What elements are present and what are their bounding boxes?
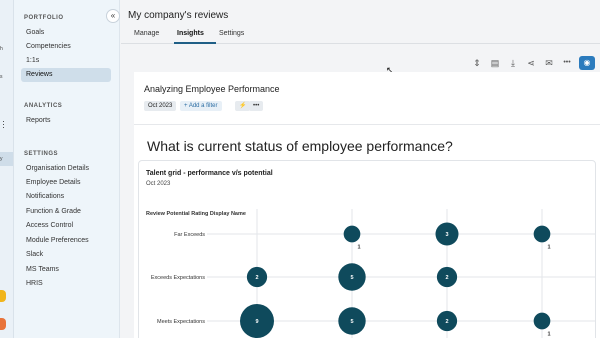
bubble-label: 3 bbox=[445, 232, 448, 238]
bubble-label: 2 bbox=[445, 319, 448, 325]
share-icon[interactable]: ⋖ bbox=[525, 56, 537, 70]
tab-bar: Manage Insights Settings bbox=[121, 26, 600, 44]
rail-fragment: s bbox=[0, 74, 3, 80]
bubble-label: 2 bbox=[445, 275, 448, 281]
sidebar-item-module-preferences[interactable]: Module Preferences bbox=[21, 234, 111, 248]
sidebar-item-ms-teams[interactable]: MS Teams bbox=[21, 263, 111, 277]
camera-icon[interactable]: ◉ bbox=[579, 56, 595, 70]
download-icon[interactable]: ⤓ bbox=[507, 56, 519, 70]
app-icon[interactable] bbox=[0, 290, 6, 302]
sidebar-item-access-control[interactable]: Access Control bbox=[21, 219, 111, 233]
tab-settings[interactable]: Settings bbox=[219, 30, 244, 37]
sidebar-item-reports[interactable]: Reports bbox=[21, 114, 111, 128]
toolbar: ⇕ ▤ ⤓ ⋖ ✉ ••• ◉ bbox=[121, 56, 600, 70]
app-icon[interactable] bbox=[0, 318, 6, 330]
section-heading-portfolio: PORTFOLIO bbox=[24, 15, 64, 21]
collapse-sidebar-icon[interactable]: « bbox=[106, 9, 120, 23]
mail-icon[interactable]: ✉ bbox=[543, 56, 555, 70]
bubble-label: 1 bbox=[547, 244, 550, 250]
sidebar-item-organisation-details[interactable]: Organisation Details bbox=[21, 162, 111, 176]
date-filter-chip[interactable]: Oct 2023 bbox=[144, 101, 177, 111]
section-heading-settings: SETTINGS bbox=[24, 151, 59, 157]
talent-grid-card: Far Exceeds Exceeds Expectations Meets Exp… bbox=[138, 160, 596, 338]
bubble-label: 1 bbox=[357, 244, 360, 250]
bubble-label: 5 bbox=[350, 319, 353, 325]
divider bbox=[134, 124, 600, 125]
sidebar-item-employee-details[interactable]: Employee Details bbox=[21, 176, 111, 190]
comment-icon[interactable]: ▤ bbox=[489, 56, 501, 70]
y-tick-label: Meets Expectations bbox=[157, 319, 205, 325]
card-subtitle: Oct 2023 bbox=[146, 181, 171, 187]
sidebar: PORTFOLIO Goals Competencies 1:1s Review… bbox=[14, 0, 120, 338]
tab-insights[interactable]: Insights bbox=[177, 30, 204, 37]
bubble bbox=[343, 225, 361, 243]
tab-manage[interactable]: Manage bbox=[134, 30, 159, 37]
more-icon[interactable]: ••• bbox=[559, 56, 575, 70]
analysis-title: Analyzing Employee Performance bbox=[144, 84, 280, 94]
sidebar-item-hris[interactable]: HRIS bbox=[21, 277, 111, 291]
sidebar-item-function-grade[interactable]: Function & Grade bbox=[21, 205, 111, 219]
bubble-label: 9 bbox=[255, 319, 258, 325]
move-icon[interactable]: ⇕ bbox=[471, 56, 483, 70]
y-axis-title: Review Potential Rating Display Name bbox=[146, 211, 246, 217]
app-rail: h s · · · y bbox=[0, 0, 14, 338]
rail-fragment: h bbox=[0, 46, 3, 52]
bubble-label: 2 bbox=[255, 275, 258, 281]
sidebar-item-reviews[interactable]: Reviews bbox=[21, 68, 111, 82]
sidebar-item-notifications[interactable]: Notifications bbox=[21, 190, 111, 204]
bubble-label: 1 bbox=[547, 331, 550, 337]
y-tick-label: Exceeds Expectations bbox=[151, 275, 205, 281]
rail-more-icon[interactable]: · · · bbox=[2, 117, 5, 132]
sidebar-item-goals[interactable]: Goals bbox=[21, 26, 111, 40]
bubble bbox=[533, 312, 551, 330]
page-title: My company's reviews bbox=[128, 10, 229, 21]
main-area: My company's reviews Manage Insights Set… bbox=[121, 0, 600, 338]
y-tick-label: Far Exceeds bbox=[174, 232, 205, 238]
filter-more-icon[interactable]: ••• bbox=[249, 101, 264, 111]
bubble-label: 5 bbox=[350, 275, 353, 281]
section-heading-analytics: ANALYTICS bbox=[24, 103, 63, 109]
insights-content: Analyzing Employee Performance Oct 2023 … bbox=[134, 72, 600, 338]
card-title: Talent grid - performance v/s potential bbox=[146, 170, 273, 177]
active-tab-indicator bbox=[174, 42, 216, 44]
sidebar-item-competencies[interactable]: Competencies bbox=[21, 40, 111, 54]
add-filter-button[interactable]: + Add a filter bbox=[180, 101, 222, 111]
question-heading: What is current status of employee perfo… bbox=[147, 138, 453, 154]
sidebar-item-slack[interactable]: Slack bbox=[21, 248, 111, 262]
talent-grid-chart: Far Exceeds Exceeds Expectations Meets Exp… bbox=[151, 209, 595, 338]
rail-fragment: y bbox=[0, 156, 3, 162]
sidebar-item-one-on-ones[interactable]: 1:1s bbox=[21, 54, 111, 68]
bubble bbox=[533, 225, 551, 243]
